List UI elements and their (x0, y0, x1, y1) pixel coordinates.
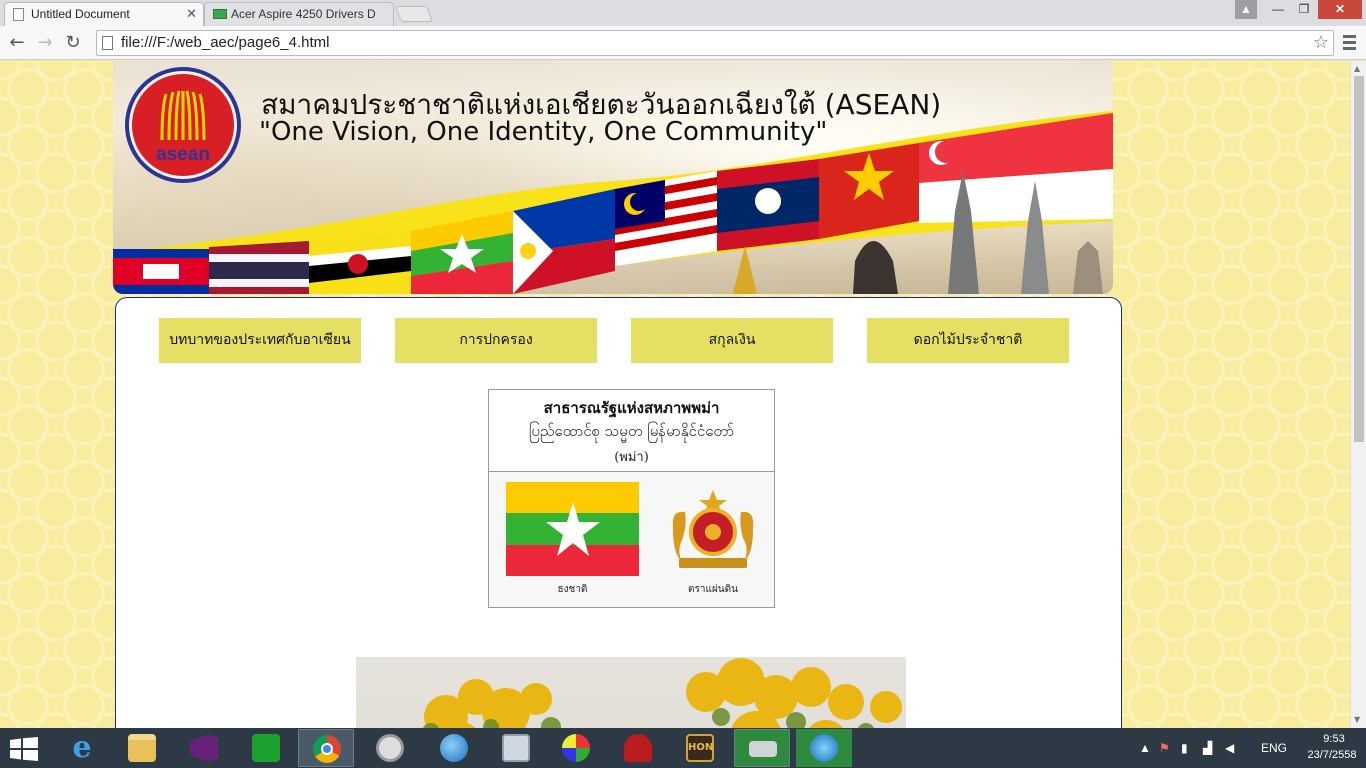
battery-icon[interactable]: ▮ (1181, 742, 1193, 754)
clock-time[interactable]: 9:53 (1311, 733, 1357, 745)
hon-game-icon[interactable]: HON (672, 729, 728, 767)
restore-button[interactable]: ❐ (1291, 0, 1317, 19)
windows-start-icon[interactable] (10, 737, 38, 761)
minimize-button[interactable]: — (1265, 0, 1291, 19)
menu-button-national-flower[interactable]: ดอกไม้ประจำชาติ (867, 318, 1069, 363)
asean-logo: asean (125, 67, 241, 183)
user-profile-icon[interactable]: ▲ (1235, 0, 1257, 19)
scrollbar-thumb[interactable] (1354, 76, 1364, 442)
forward-arrow-icon[interactable]: → (34, 32, 56, 54)
tab-label: Acer Aspire 4250 Drivers D (231, 7, 376, 21)
download-manager-icon[interactable] (796, 729, 852, 767)
back-arrow-icon[interactable]: ← (6, 32, 28, 54)
browser-app-icon[interactable] (426, 729, 482, 767)
tab-strip: Untitled Document ✕ Acer Aspire 4250 Dri… (0, 0, 1366, 26)
national-flower-photo (356, 657, 906, 728)
page-viewport: asean สมาคมประชาชาติแห่งเอเชียตะวันออกเฉ… (0, 61, 1350, 728)
flag-caption: ธงชาติ (557, 584, 588, 595)
game-app-icon[interactable] (610, 729, 666, 767)
internet-explorer-icon[interactable]: e (54, 729, 110, 767)
paint-app-icon[interactable] (548, 729, 604, 767)
banner-slogan: "One Vision, One Identity, One Community… (259, 117, 828, 147)
tab-label: Untitled Document (31, 7, 130, 21)
asean-banner: asean สมาคมประชาชาติแห่งเอเชียตะวันออกเฉ… (113, 61, 1113, 294)
reload-icon[interactable]: ↻ (62, 32, 84, 54)
network-icon[interactable]: ▟ (1203, 742, 1215, 754)
file-explorer-icon[interactable] (114, 729, 170, 767)
chrome-icon[interactable] (298, 729, 354, 767)
windows-store-icon[interactable] (238, 729, 294, 767)
tab-untitled-document[interactable]: Untitled Document ✕ (4, 2, 204, 26)
myanmar-flag-image (506, 482, 639, 576)
state-seal-emblem (672, 490, 754, 568)
action-center-flag-icon[interactable]: ⚑ (1159, 742, 1171, 754)
menu-button-role[interactable]: บทบาทของประเทศกับอาเซียน (159, 318, 361, 363)
rice-sheaf-icon (160, 90, 206, 141)
content-panel: บทบาทของประเทศกับอาเซียน การปกครอง สกุลเ… (115, 297, 1122, 728)
scroll-down-arrow-icon[interactable]: ▼ (1354, 715, 1360, 724)
chrome-menu-icon[interactable] (1343, 32, 1357, 52)
input-language[interactable]: ENG (1261, 741, 1287, 755)
vertical-scrollbar[interactable]: ▲ ▼ (1350, 61, 1366, 728)
new-tab-button[interactable] (395, 6, 433, 22)
compass-app-icon[interactable] (362, 729, 418, 767)
flag-star-icon (546, 502, 600, 556)
show-hidden-icons-icon[interactable]: ▲ (1139, 742, 1151, 754)
clock-date[interactable]: 23/7/2558 (1298, 749, 1366, 761)
url-text[interactable]: file:///F:/web_aec/page6_4.html (121, 34, 329, 51)
country-language: (พม่า) (614, 450, 649, 465)
address-bar[interactable]: file:///F:/web_aec/page6_4.html ☆ (96, 30, 1334, 56)
country-name-local: ပြည်ထောင်စု သမ္မတ မြန်မာနိုင်ငံတော် (528, 422, 735, 440)
tab-acer-drivers[interactable]: Acer Aspire 4250 Drivers D (204, 2, 394, 26)
country-card-header: สาธารณรัฐแห่งสหภาพพม่า ပြည်ထောင်စု သမ္မတ… (489, 390, 774, 472)
logo-text: asean (156, 144, 210, 165)
windows-taskbar: e HON ▲ ⚑ ▮ ▟ ◀ ENG 9:53 23/7/2558 (0, 728, 1366, 768)
country-info-card: สาธารณรัฐแห่งสหภาพพม่า ပြည်ထောင်စု သမ္မတ… (488, 389, 775, 608)
site-favicon-icon (213, 9, 227, 19)
country-name-thai: สาธารณรัฐแห่งสหภาพพม่า (543, 399, 720, 417)
drive-app-icon[interactable] (734, 729, 790, 767)
scroll-up-arrow-icon[interactable]: ▲ (1354, 64, 1360, 73)
document-icon (13, 8, 24, 21)
menu-button-currency[interactable]: สกุลเงิน (631, 318, 833, 363)
volume-icon[interactable]: ◀ (1225, 742, 1237, 754)
close-tab-icon[interactable]: ✕ (186, 3, 197, 25)
menu-button-government[interactable]: การปกครอง (395, 318, 597, 363)
visual-studio-icon[interactable] (176, 729, 232, 767)
emblem-caption: ตราแผ่นดิน (688, 584, 738, 595)
monitor-app-icon[interactable] (488, 729, 544, 767)
close-window-button[interactable]: ✕ (1318, 0, 1362, 19)
browser-toolbar: ← → ↻ file:///F:/web_aec/page6_4.html ☆ (0, 26, 1366, 60)
bookmark-star-icon[interactable]: ☆ (1313, 32, 1329, 53)
page-icon (102, 36, 113, 50)
